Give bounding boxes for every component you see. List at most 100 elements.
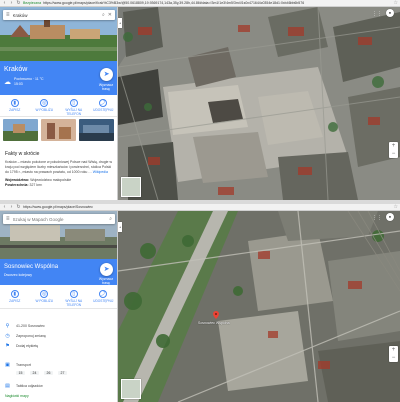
url-field[interactable]: https://www.google.pl/maps/place/Sosnowi… <box>23 205 392 209</box>
photo-thumb[interactable] <box>41 119 76 141</box>
menu-icon[interactable]: ≡ <box>6 216 10 222</box>
share-icon: ⤴ <box>99 99 108 107</box>
bookmark-icon: ▮ <box>10 290 19 298</box>
search-input[interactable] <box>12 216 107 222</box>
back-icon[interactable]: ‹ <box>2 204 7 210</box>
zoom-controls: + − <box>389 142 398 158</box>
wikipedia-link[interactable]: Wikipedia <box>93 170 108 174</box>
search-box: ≡ ⌕ <box>3 214 115 224</box>
thumb-image <box>79 119 114 141</box>
facts-heading: Fakty w skrócie <box>5 151 40 157</box>
place-header: Kraków ☁ Pochmurno · 11 °C 15:03 ➤ Wyzna… <box>0 61 117 95</box>
collapse-panel-button[interactable]: ◂ <box>118 18 122 28</box>
map-imagery <box>118 211 400 402</box>
facts-description: Kraków – miasto położone w południowej P… <box>5 160 113 175</box>
menu-icon[interactable]: ≡ <box>6 12 10 18</box>
star-icon[interactable]: ☆ <box>394 204 398 210</box>
action-bar: ▮ ZAPISZ ◎ W POBLIŻU ▯ WYŚLIJ NA TELEFON… <box>0 285 117 309</box>
search-icon[interactable]: ⌕ <box>109 216 112 222</box>
hour-chip[interactable]: 15 <box>16 371 25 375</box>
phone-icon: ▯ <box>69 290 78 298</box>
map-type-toggle[interactable] <box>121 379 141 399</box>
nearby-button[interactable]: ◎ W POBLIŻU <box>32 99 56 116</box>
send-to-phone-label: WYŚLIJ NA TELEFON <box>65 299 83 307</box>
address-bar: ‹ › ↻ https://www.google.pl/maps/place/S… <box>0 204 400 211</box>
flag-icon: ⚑ <box>5 343 10 349</box>
zoom-controls: + − <box>389 346 398 362</box>
reload-icon[interactable]: ↻ <box>16 0 21 6</box>
directions-icon: ➤ <box>103 266 110 273</box>
search-input[interactable] <box>12 12 99 18</box>
back-icon[interactable]: ‹ <box>2 0 7 6</box>
share-label: UDOSTĘPNIJ <box>93 108 114 112</box>
bookmark-icon: ▮ <box>10 99 19 107</box>
nearby-button[interactable]: ◎ W POBLIŻU <box>32 290 56 308</box>
hour-chip[interactable]: 26 <box>44 371 53 375</box>
satellite-map[interactable]: ⋮⋮ ● + − <box>118 7 400 200</box>
star-icon[interactable]: ☆ <box>394 0 398 6</box>
avatar[interactable]: ● <box>386 213 394 221</box>
map-type-toggle[interactable] <box>121 177 141 197</box>
hour-chips: 15 24 26 27 <box>16 371 113 375</box>
save-label: ZAPISZ <box>9 108 21 112</box>
hour-chip[interactable]: 24 <box>30 371 39 375</box>
transit-header: ▣ Transport <box>5 362 113 368</box>
save-label: ZAPISZ <box>9 299 21 303</box>
nearby-icon: ◎ <box>40 290 49 298</box>
url-field[interactable]: https://www.google.pl/maps/place/Krak%C3… <box>43 1 391 5</box>
close-icon[interactable]: ✕ <box>108 12 112 18</box>
directions-button[interactable]: ➤ <box>100 68 113 81</box>
facts-section: Fakty w skrócie Kraków – miasto położone… <box>5 152 113 188</box>
thumb-image <box>3 119 38 141</box>
save-button[interactable]: ▮ ZAPISZ <box>3 99 27 116</box>
forward-icon[interactable]: › <box>9 204 14 210</box>
map-pin-icon[interactable] <box>213 311 219 319</box>
zoom-in-button[interactable]: + <box>389 346 398 354</box>
satellite-map[interactable]: Sosnowiec Wspólna ⋮⋮ ● + − <box>118 211 400 402</box>
search-icon[interactable]: ⌕ <box>102 12 105 18</box>
place-name: Kraków <box>4 66 28 73</box>
map-place-label[interactable]: Sosnowiec Wspólna <box>198 321 230 325</box>
add-label-row[interactable]: ⚑ Dodaj etykietę <box>5 343 38 349</box>
reload-icon[interactable]: ↻ <box>16 204 21 210</box>
suggest-edit-row[interactable]: ◷ Zaproponuj zmianę <box>5 333 46 339</box>
directions-button[interactable]: ➤ <box>100 263 113 276</box>
area-row: Powierzchnia: 327 km² <box>5 183 113 188</box>
directions-label: Wyznacz trasę <box>98 83 114 91</box>
place-panel: Sosnowiec Wspólna Dworzec kolejowy ➤ Wyz… <box>0 211 118 402</box>
nearby-label: W POBLIŻU <box>35 108 54 112</box>
send-to-phone-button[interactable]: ▯ WYŚLIJ NA TELEFON <box>62 99 86 116</box>
avatar[interactable]: ● <box>386 9 394 17</box>
share-button[interactable]: ⤴ UDOSTĘPNIJ <box>91 99 115 116</box>
top-screen: ‹ › ↻ Bezpieczna https://www.google.pl/m… <box>0 0 400 200</box>
share-label: UDOSTĘPNIJ <box>93 299 114 303</box>
collapse-panel-button[interactable]: ◂ <box>118 222 122 232</box>
thumb-image <box>41 119 76 141</box>
send-to-phone-button[interactable]: ▯ WYŚLIJ NA TELEFON <box>62 290 86 308</box>
area-label: Powierzchnia: <box>5 183 29 187</box>
zoom-in-button[interactable]: + <box>389 142 398 150</box>
address-row[interactable]: ⚲ 41-200 Sosnowiec <box>5 323 45 329</box>
place-header: Sosnowiec Wspólna Dworzec kolejowy ➤ Wyz… <box>0 259 117 285</box>
transit-label: Transport <box>16 363 31 367</box>
apps-grid-icon[interactable]: ⋮⋮ <box>372 11 382 17</box>
photo-thumb[interactable] <box>79 119 114 141</box>
phone-icon: ▯ <box>69 99 78 107</box>
forward-icon[interactable]: › <box>9 0 14 6</box>
hour-chip[interactable]: 27 <box>58 371 67 375</box>
cloud-icon: ☁ <box>4 78 11 86</box>
save-button[interactable]: ▮ ZAPISZ <box>3 290 27 308</box>
nearby-icon: ◎ <box>40 99 49 107</box>
voivodeship-value[interactable]: Województwo małopolskie <box>30 178 71 182</box>
zoom-out-button[interactable]: − <box>389 354 398 362</box>
search-box: ≡ ⌕ ✕ <box>3 10 115 20</box>
directions-icon: ➤ <box>103 71 110 78</box>
apps-grid-icon[interactable]: ⋮⋮ <box>372 215 382 221</box>
photo-thumb[interactable] <box>3 119 38 141</box>
zoom-out-button[interactable]: − <box>389 150 398 158</box>
footer-link[interactable]: Nagłówki mapy <box>5 394 29 398</box>
share-button[interactable]: ⤴ UDOSTĘPNIJ <box>91 290 115 308</box>
board-icon: ▤ <box>5 383 10 389</box>
voivodeship-label: Województwo: <box>5 178 30 182</box>
departures-row[interactable]: ▤ Tablica odjazdów <box>5 383 43 389</box>
